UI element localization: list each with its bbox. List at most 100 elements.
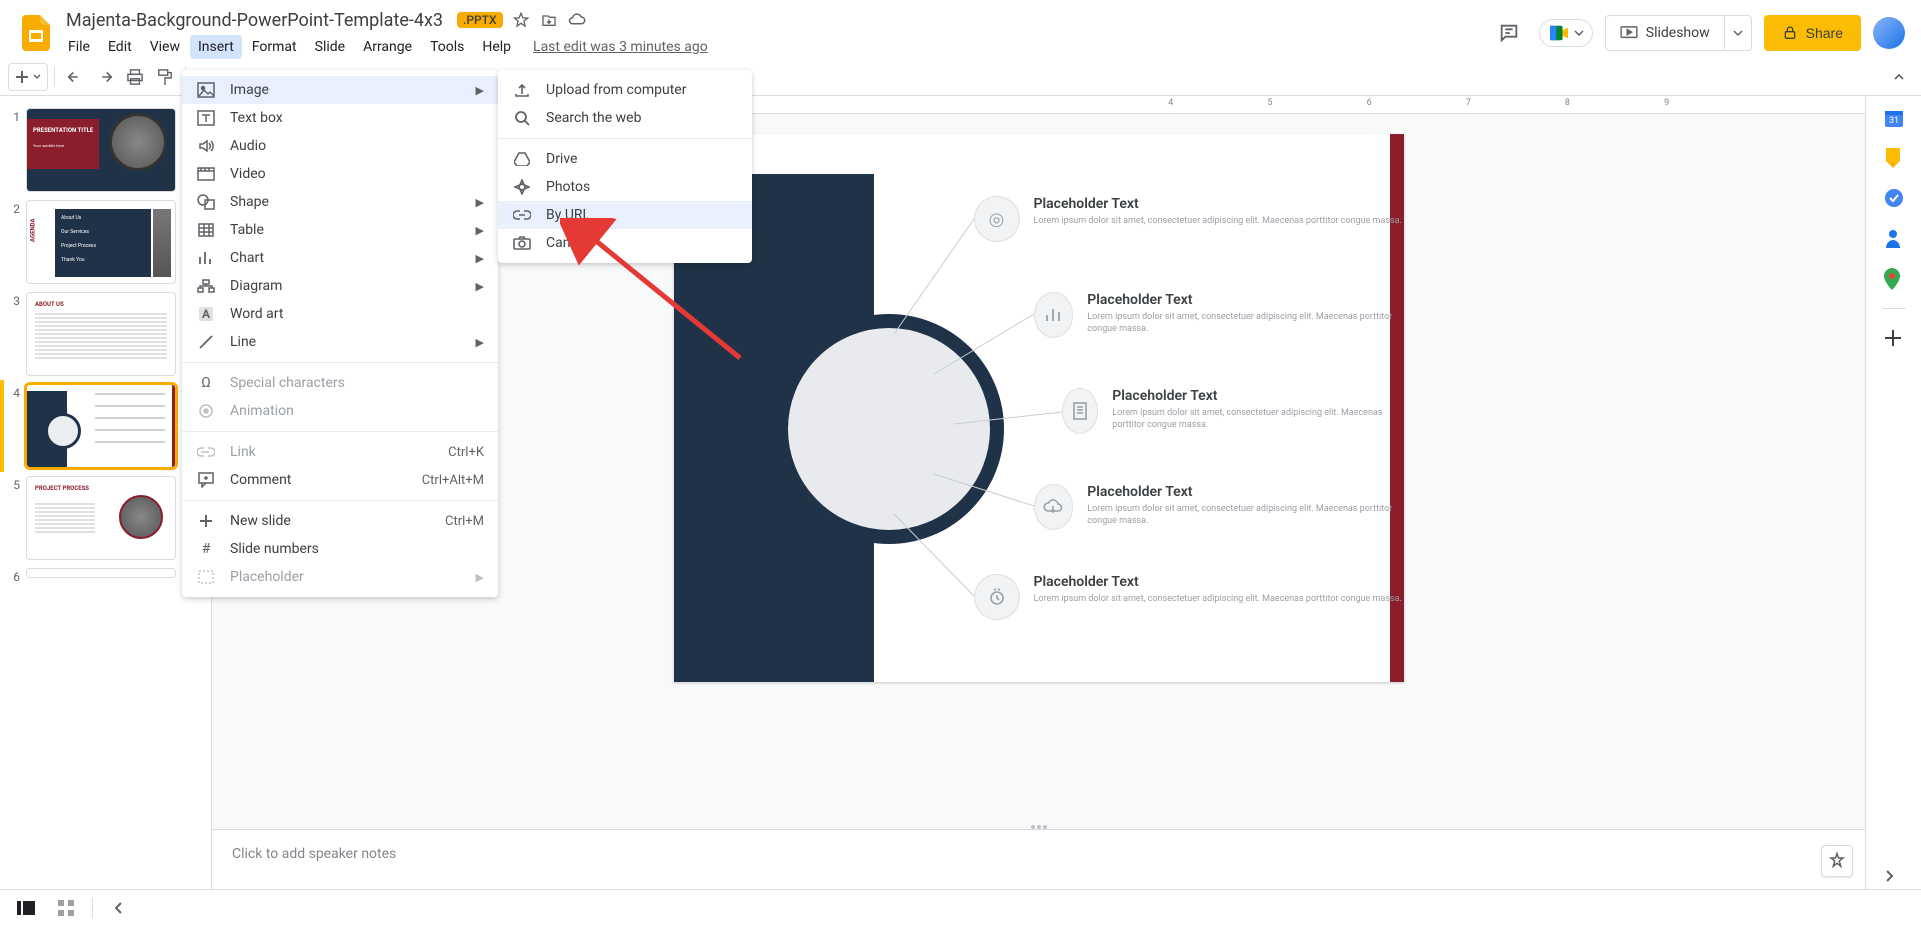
insert-comment[interactable]: CommentCtrl+Alt+M — [182, 466, 498, 494]
placeholder-title: Placeholder Text — [1087, 484, 1403, 500]
camera-icon — [512, 236, 532, 250]
cloud-status-icon[interactable] — [567, 10, 587, 30]
menu-view[interactable]: View — [142, 35, 188, 59]
slide-thumbnail-3[interactable]: ABOUT US — [26, 292, 176, 376]
insert-textbox[interactable]: Text box — [182, 104, 498, 132]
placeholder-title: Placeholder Text — [1034, 574, 1402, 590]
insert-link: LinkCtrl+K — [182, 438, 498, 466]
grid-view-button[interactable] — [52, 894, 80, 922]
tasks-icon[interactable] — [1884, 188, 1904, 208]
filmstrip-view-button[interactable] — [12, 894, 40, 922]
slide-thumbnail-1[interactable]: PRESENTATION TITLE Your subtitle here — [26, 108, 176, 192]
photos-icon — [512, 179, 532, 195]
chart-icon — [196, 250, 216, 266]
comment-icon — [196, 472, 216, 488]
table-icon — [196, 223, 216, 237]
insert-special-characters: ΩSpecial characters — [182, 369, 498, 397]
image-search-web[interactable]: Search the web — [498, 104, 752, 132]
document-title[interactable]: Majenta-Background-PowerPoint-Template-4… — [60, 8, 449, 33]
menu-slide[interactable]: Slide — [307, 35, 353, 59]
menu-format[interactable]: Format — [244, 35, 305, 59]
insert-diagram[interactable]: Diagram▶ — [182, 272, 498, 300]
speaker-notes-resize-handle[interactable] — [1021, 825, 1057, 831]
comments-history-icon[interactable] — [1491, 15, 1527, 51]
account-avatar[interactable] — [1873, 17, 1905, 49]
thumb-number: 6 — [8, 568, 20, 584]
keep-icon[interactable] — [1884, 148, 1904, 168]
move-icon[interactable] — [539, 10, 559, 30]
slide-thumbnail-6[interactable] — [26, 568, 176, 578]
placeholder-body: Lorem ipsum dolor sit amet, consectetuer… — [1112, 408, 1403, 431]
insert-shape[interactable]: Shape▶ — [182, 188, 498, 216]
image-drive[interactable]: Drive — [498, 145, 752, 173]
meet-button[interactable] — [1539, 19, 1593, 47]
slide-thumbnail-2[interactable]: AGENDA About Us Our Services Project Pro… — [26, 200, 176, 284]
insert-image[interactable]: Image▶ — [182, 76, 498, 104]
star-icon[interactable] — [511, 10, 531, 30]
insert-audio[interactable]: Audio — [182, 132, 498, 160]
image-by-url[interactable]: By URL — [498, 201, 752, 229]
thumb-number: 5 — [8, 476, 20, 492]
menu-insert[interactable]: Insert — [190, 35, 242, 59]
slideshow-label: Slideshow — [1646, 25, 1710, 41]
placeholder-icon — [196, 570, 216, 584]
insert-new-slide[interactable]: New slideCtrl+M — [182, 507, 498, 535]
slideshow-button[interactable]: Slideshow — [1605, 15, 1752, 51]
insert-line[interactable]: Line▶ — [182, 328, 498, 356]
upload-icon — [512, 82, 532, 98]
shape-icon — [196, 194, 216, 210]
speaker-notes[interactable]: Click to add speaker notes — [212, 829, 1865, 889]
slideshow-dropdown[interactable] — [1724, 16, 1751, 50]
collapse-toolbar-button[interactable] — [1885, 63, 1913, 91]
hash-icon: # — [196, 541, 216, 557]
thumb-number: 2 — [8, 200, 20, 216]
image-photos[interactable]: Photos — [498, 173, 752, 201]
explore-button[interactable] — [1821, 845, 1853, 877]
calendar-icon[interactable]: 31 — [1884, 108, 1904, 128]
add-addon-icon[interactable] — [1884, 329, 1904, 349]
slide-thumbnail-5[interactable]: PROJECT PROCESS — [26, 476, 176, 560]
insert-table[interactable]: Table▶ — [182, 216, 498, 244]
share-button[interactable]: Share — [1764, 15, 1861, 51]
undo-button[interactable] — [61, 63, 89, 91]
app-header: Majenta-Background-PowerPoint-Template-4… — [0, 0, 1921, 58]
maps-icon[interactable] — [1884, 268, 1904, 288]
menu-help[interactable]: Help — [474, 35, 519, 59]
insert-slide-numbers[interactable]: #Slide numbers — [182, 535, 498, 563]
search-icon — [512, 110, 532, 126]
image-upload[interactable]: Upload from computer — [498, 76, 752, 104]
cloud-download-icon — [1034, 484, 1074, 530]
thumb-number: 1 — [8, 108, 20, 124]
filmstrip[interactable]: 1 PRESENTATION TITLE Your subtitle here … — [0, 96, 212, 889]
slides-logo[interactable] — [16, 13, 56, 53]
diagram-icon — [196, 279, 216, 293]
thumb-number: 3 — [8, 292, 20, 308]
drive-icon — [512, 152, 532, 166]
menu-edit[interactable]: Edit — [100, 35, 140, 59]
placeholder-body: Lorem ipsum dolor sit amet, consectetuer… — [1034, 594, 1402, 606]
menu-file[interactable]: File — [60, 35, 98, 59]
insert-wordart[interactable]: AWord art — [182, 300, 498, 328]
print-button[interactable] — [121, 63, 149, 91]
collapse-filmstrip-button[interactable] — [105, 894, 133, 922]
menu-arrange[interactable]: Arrange — [355, 35, 420, 59]
insert-video[interactable]: Video — [182, 160, 498, 188]
insert-menu-dropdown: Image▶ Text box Audio Video Shape▶ Table… — [182, 70, 498, 597]
placeholder-title: Placeholder Text — [1112, 388, 1403, 404]
image-submenu: Upload from computer Search the web Driv… — [498, 70, 752, 263]
redo-button[interactable] — [91, 63, 119, 91]
contacts-icon[interactable] — [1884, 228, 1904, 248]
side-panel: 31 — [1865, 96, 1921, 889]
hide-side-panel-icon[interactable] — [1884, 869, 1904, 889]
placeholder-body: Lorem ipsum dolor sit amet, consectetuer… — [1087, 312, 1403, 335]
insert-chart[interactable]: Chart▶ — [182, 244, 498, 272]
paint-format-button[interactable] — [151, 63, 179, 91]
menu-tools[interactable]: Tools — [422, 35, 472, 59]
slide-canvas[interactable]: ◎ Placeholder TextLorem ipsum dolor sit … — [674, 134, 1404, 682]
new-slide-button[interactable] — [8, 63, 48, 91]
placeholder-title: Placeholder Text — [1087, 292, 1403, 308]
last-edit-link[interactable]: Last edit was 3 minutes ago — [533, 39, 708, 55]
audio-icon — [196, 138, 216, 154]
image-camera[interactable]: Camera — [498, 229, 752, 257]
slide-thumbnail-4[interactable] — [26, 384, 176, 468]
